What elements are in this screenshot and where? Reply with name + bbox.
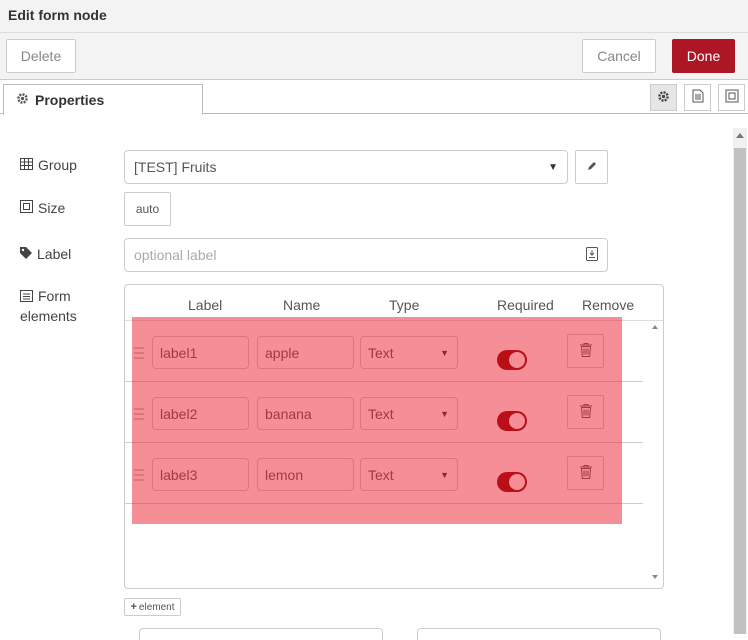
form-elements-label-2: elements	[20, 308, 77, 324]
size-label: Size	[20, 200, 65, 216]
dialog-title-bar: Edit form node	[0, 0, 748, 33]
pencil-icon	[586, 159, 598, 175]
caret-down-icon: ▼	[440, 408, 449, 419]
dialog-title: Edit form node	[8, 7, 107, 23]
settings-tab-button[interactable]	[650, 84, 677, 111]
column-header-label: Label	[188, 297, 223, 313]
tab-properties-label: Properties	[35, 91, 105, 108]
delete-button[interactable]: Delete	[6, 39, 76, 73]
required-toggle[interactable]	[497, 350, 527, 370]
drag-handle-icon[interactable]	[134, 469, 144, 484]
add-element-button[interactable]: + element	[124, 598, 181, 616]
tag-icon	[20, 246, 32, 262]
remove-element-button[interactable]	[567, 395, 604, 429]
table-icon	[20, 157, 33, 173]
form-element-row: label2 banana Text ▼	[125, 382, 643, 443]
element-label-input[interactable]: label3	[152, 458, 249, 491]
trash-icon	[579, 342, 592, 360]
column-header-type: Type	[389, 297, 420, 313]
remove-element-button[interactable]	[567, 456, 604, 490]
edit-group-button[interactable]	[575, 150, 608, 184]
gear-icon	[657, 90, 670, 106]
gear-icon	[16, 92, 29, 108]
drag-handle-icon[interactable]	[134, 347, 144, 362]
file-text-icon	[692, 89, 704, 106]
element-name-input[interactable]: apple	[257, 336, 354, 369]
label-input-placeholder: optional label	[134, 247, 217, 263]
column-header-name: Name	[283, 297, 321, 313]
form-element-row: label1 apple Text ▼	[125, 321, 643, 382]
required-toggle[interactable]	[497, 472, 527, 492]
form-elements-list: Label Name Type Required Remove label1 a…	[124, 284, 664, 589]
caret-down-icon: ▼	[440, 469, 449, 480]
group-label: Group	[20, 157, 77, 173]
trash-icon	[579, 464, 592, 482]
group-select-value: [TEST] Fruits	[134, 159, 217, 175]
trash-icon	[579, 403, 592, 421]
bottom-field-left[interactable]	[139, 628, 383, 640]
caret-down-icon: ▼	[440, 347, 449, 358]
group-select[interactable]: [TEST] Fruits ▼	[124, 150, 568, 184]
frame-icon	[725, 89, 739, 106]
element-label-input[interactable]: label1	[152, 336, 249, 369]
list-icon	[20, 287, 33, 307]
label-input[interactable]: optional label	[124, 238, 608, 272]
scroll-up-arrow-icon[interactable]	[652, 325, 658, 329]
dialog-toolbar: Delete Cancel Done	[0, 33, 748, 80]
scrollbar-thumb[interactable]	[734, 148, 746, 634]
remove-element-button[interactable]	[567, 334, 604, 368]
appearance-tab-button[interactable]	[718, 84, 745, 111]
required-toggle[interactable]	[497, 411, 527, 431]
bottom-field-right[interactable]	[417, 628, 661, 640]
column-header-required: Required	[497, 297, 554, 313]
element-name-input[interactable]: lemon	[257, 458, 354, 491]
element-type-select[interactable]: Text ▼	[360, 458, 458, 491]
frame-icon	[20, 200, 33, 216]
cancel-button[interactable]: Cancel	[582, 39, 656, 73]
element-label-input[interactable]: label2	[152, 397, 249, 430]
list-scrollbar[interactable]	[647, 321, 663, 588]
size-button[interactable]: auto	[124, 192, 171, 226]
element-type-select[interactable]: Text ▼	[360, 336, 458, 369]
form-elements-label: Form	[20, 286, 71, 307]
form-element-row: label3 lemon Text ▼	[125, 443, 643, 504]
drag-handle-icon[interactable]	[134, 408, 144, 423]
scroll-down-arrow-icon[interactable]	[652, 575, 658, 579]
panel-scrollbar[interactable]	[733, 128, 747, 634]
element-name-input[interactable]: banana	[257, 397, 354, 430]
element-type-select[interactable]: Text ▼	[360, 397, 458, 430]
template-icon[interactable]	[586, 246, 598, 264]
caret-down-icon: ▼	[548, 161, 558, 173]
tab-properties[interactable]: Properties	[3, 84, 203, 115]
tab-bar: Properties	[0, 80, 748, 115]
plus-icon: +	[130, 601, 137, 613]
done-button[interactable]: Done	[672, 39, 735, 73]
label-label: Label	[20, 246, 71, 262]
column-header-remove: Remove	[582, 297, 635, 313]
description-tab-button[interactable]	[684, 84, 711, 111]
scroll-up-arrow-icon[interactable]	[736, 133, 744, 138]
